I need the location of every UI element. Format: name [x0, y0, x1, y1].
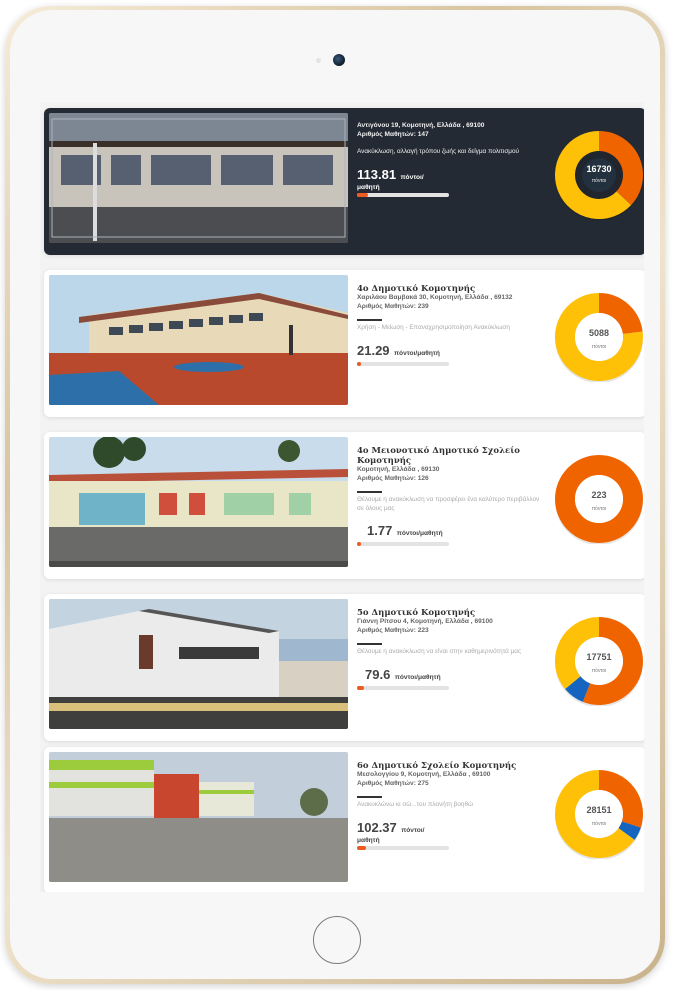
student-count: Αριθμός Μαθητών: 147 — [357, 130, 429, 138]
score-unit: πόντοι/ — [400, 173, 424, 181]
score-unit: πόντοι/μαθητή — [396, 530, 443, 537]
school-card[interactable]: 4ο Μειονοτικό Δημοτικό Σχολείο Κομοτηνής… — [44, 432, 644, 579]
donut-svg — [555, 131, 643, 220]
school-address: Μεσολογγίου 9, Κομοτηνή, Ελλάδα , 69100 — [357, 771, 491, 778]
total-points: 223 — [591, 490, 607, 500]
score-progress-bar — [357, 685, 449, 690]
student-count: Αριθμός Μαθητών: 239 — [357, 302, 429, 310]
school-photo — [49, 437, 348, 567]
score-progress-bar — [357, 845, 449, 850]
school-card[interactable]: Αντιγόνου 19, Κομοτηνή, Ελλάδα , 69100 Α… — [44, 108, 644, 255]
school-name: 4ο Μειονοτικό Δημοτικό Σχολείο Κομοτηνής — [357, 446, 520, 466]
divider — [357, 796, 382, 798]
school-info: 6ο Δημοτικό Σχολείο Κομοτηνής Μεσολογγίο… — [357, 761, 547, 891]
score-value: 21.29 — [357, 342, 390, 358]
divider — [357, 491, 382, 493]
school-card[interactable]: 4ο Δημοτικό Κομοτηνής Χαριλάου Βαμβακά 3… — [44, 270, 644, 417]
points-donut-chart: 17751 πόντοι — [554, 616, 644, 706]
total-points: 28151 — [586, 805, 612, 815]
school-card[interactable]: 6ο Δημοτικό Σχολείο Κομοτηνής Μεσολογγίο… — [44, 747, 644, 892]
points-unit: πόντοι — [591, 178, 607, 184]
score-progress-bar — [357, 361, 449, 366]
school-motto: Ανακύκλωση, αλλαγή τρόπου ζωής και δείγμ… — [357, 148, 519, 155]
points-donut-chart: 28151 πόντοι — [554, 769, 644, 859]
school-name: 4ο Δημοτικό Κομοτηνής — [357, 284, 476, 294]
school-info: 4ο Μειονοτικό Δημοτικό Σχολείο Κομοτηνής… — [357, 446, 547, 576]
score-value: 1.77 — [367, 523, 393, 538]
school-motto: Θέλουμε η ανακύκλωση να είναι στην καθημ… — [357, 648, 522, 655]
home-button[interactable] — [313, 916, 361, 964]
school-photo — [49, 275, 348, 405]
points-per-student: 113.81 πόντοι/ μαθητή — [357, 166, 547, 191]
school-photo — [49, 752, 348, 882]
school-address: Αντιγόνου 19, Κομοτηνή, Ελλάδα , 69100 — [357, 122, 485, 129]
school-card[interactable]: 5ο Δημοτικό Κομοτηνής Γιάννη Ρίτσου 4, Κ… — [44, 594, 644, 741]
points-donut-chart: 223 πόντοι — [554, 454, 644, 544]
school-address: Γιάννη Ρίτσου 4, Κομοτηνή, Ελλάδα , 6910… — [357, 618, 493, 625]
score-unit-line2: μαθητή — [357, 836, 380, 844]
school-motto: Χρήση - Μείωση - Επαναχρησιμοποίηση Ανακ… — [357, 324, 510, 331]
total-points: 16730 — [586, 164, 612, 174]
student-count: Αριθμός Μαθητών: 126 — [357, 474, 429, 482]
points-per-student: 21.29 πόντοι/μαθητή — [357, 342, 547, 360]
school-info: 5ο Δημοτικό Κομοτηνής Γιάννη Ρίτσου 4, Κ… — [357, 608, 547, 738]
school-name: 6ο Δημοτικό Σχολείο Κομοτηνής — [357, 761, 517, 771]
divider — [357, 643, 382, 645]
total-points: 17751 — [586, 652, 612, 662]
school-info: Αντιγόνου 19, Κομοτηνή, Ελλάδα , 69100 Α… — [357, 122, 547, 252]
student-count: Αριθμός Μαθητών: 275 — [357, 779, 429, 787]
score-value: 79.6 — [365, 666, 391, 682]
points-unit: πόντοι — [591, 344, 607, 350]
points-per-student: 1.77 πόντοι/μαθητή — [367, 522, 547, 540]
camera-icon — [333, 54, 345, 66]
score-unit-line2: μαθητή — [357, 183, 380, 191]
student-count: Αριθμός Μαθητών: 223 — [357, 626, 429, 634]
school-photo — [49, 599, 348, 729]
school-list-screen: Αντιγόνου 19, Κομοτηνή, Ελλάδα , 69100 Α… — [40, 102, 644, 892]
score-unit: πόντοι/μαθητή — [394, 349, 440, 357]
points-donut-chart: 5088 πόντοι — [554, 292, 644, 382]
score-unit: πόντοι/μαθητή — [394, 673, 441, 681]
divider — [357, 319, 382, 321]
school-motto: Ανακυκλώνω κι σώ...του πλανήτη βοηθώ — [357, 801, 474, 808]
points-donut-chart: 16730 πόντοι — [554, 130, 644, 220]
score-unit: πόντοι/ — [401, 826, 425, 834]
school-info: 4ο Δημοτικό Κομοτηνής Χαριλάου Βαμβακά 3… — [357, 284, 547, 414]
school-address: Χαριλάου Βαμβακά 30, Κομοτηνή, Ελλάδα , … — [357, 294, 513, 301]
score-value: 102.37 — [357, 819, 397, 835]
light-sensor — [316, 58, 321, 63]
points-per-student: 102.37 πόντοι/ μαθητή — [357, 819, 547, 844]
score-progress-bar — [357, 542, 449, 546]
score-progress-bar — [357, 192, 449, 197]
school-name: 5ο Δημοτικό Κομοτηνής — [357, 608, 476, 618]
score-value: 113.81 — [357, 166, 397, 182]
points-unit: πόντοι — [591, 506, 607, 512]
points-unit: πόντοι — [591, 821, 607, 827]
points-unit: πόντοι — [591, 668, 607, 674]
school-address: Κομοτηνή, Ελλάδα , 69130 — [357, 466, 440, 473]
school-motto: Θέλουμε η ανακύκλωση να προσφέρει ένα κα… — [357, 496, 540, 512]
donut-slice — [565, 675, 591, 702]
total-points: 5088 — [588, 328, 610, 338]
points-per-student: 79.6 πόντοι/μαθητή — [365, 666, 547, 684]
school-photo — [49, 113, 348, 243]
